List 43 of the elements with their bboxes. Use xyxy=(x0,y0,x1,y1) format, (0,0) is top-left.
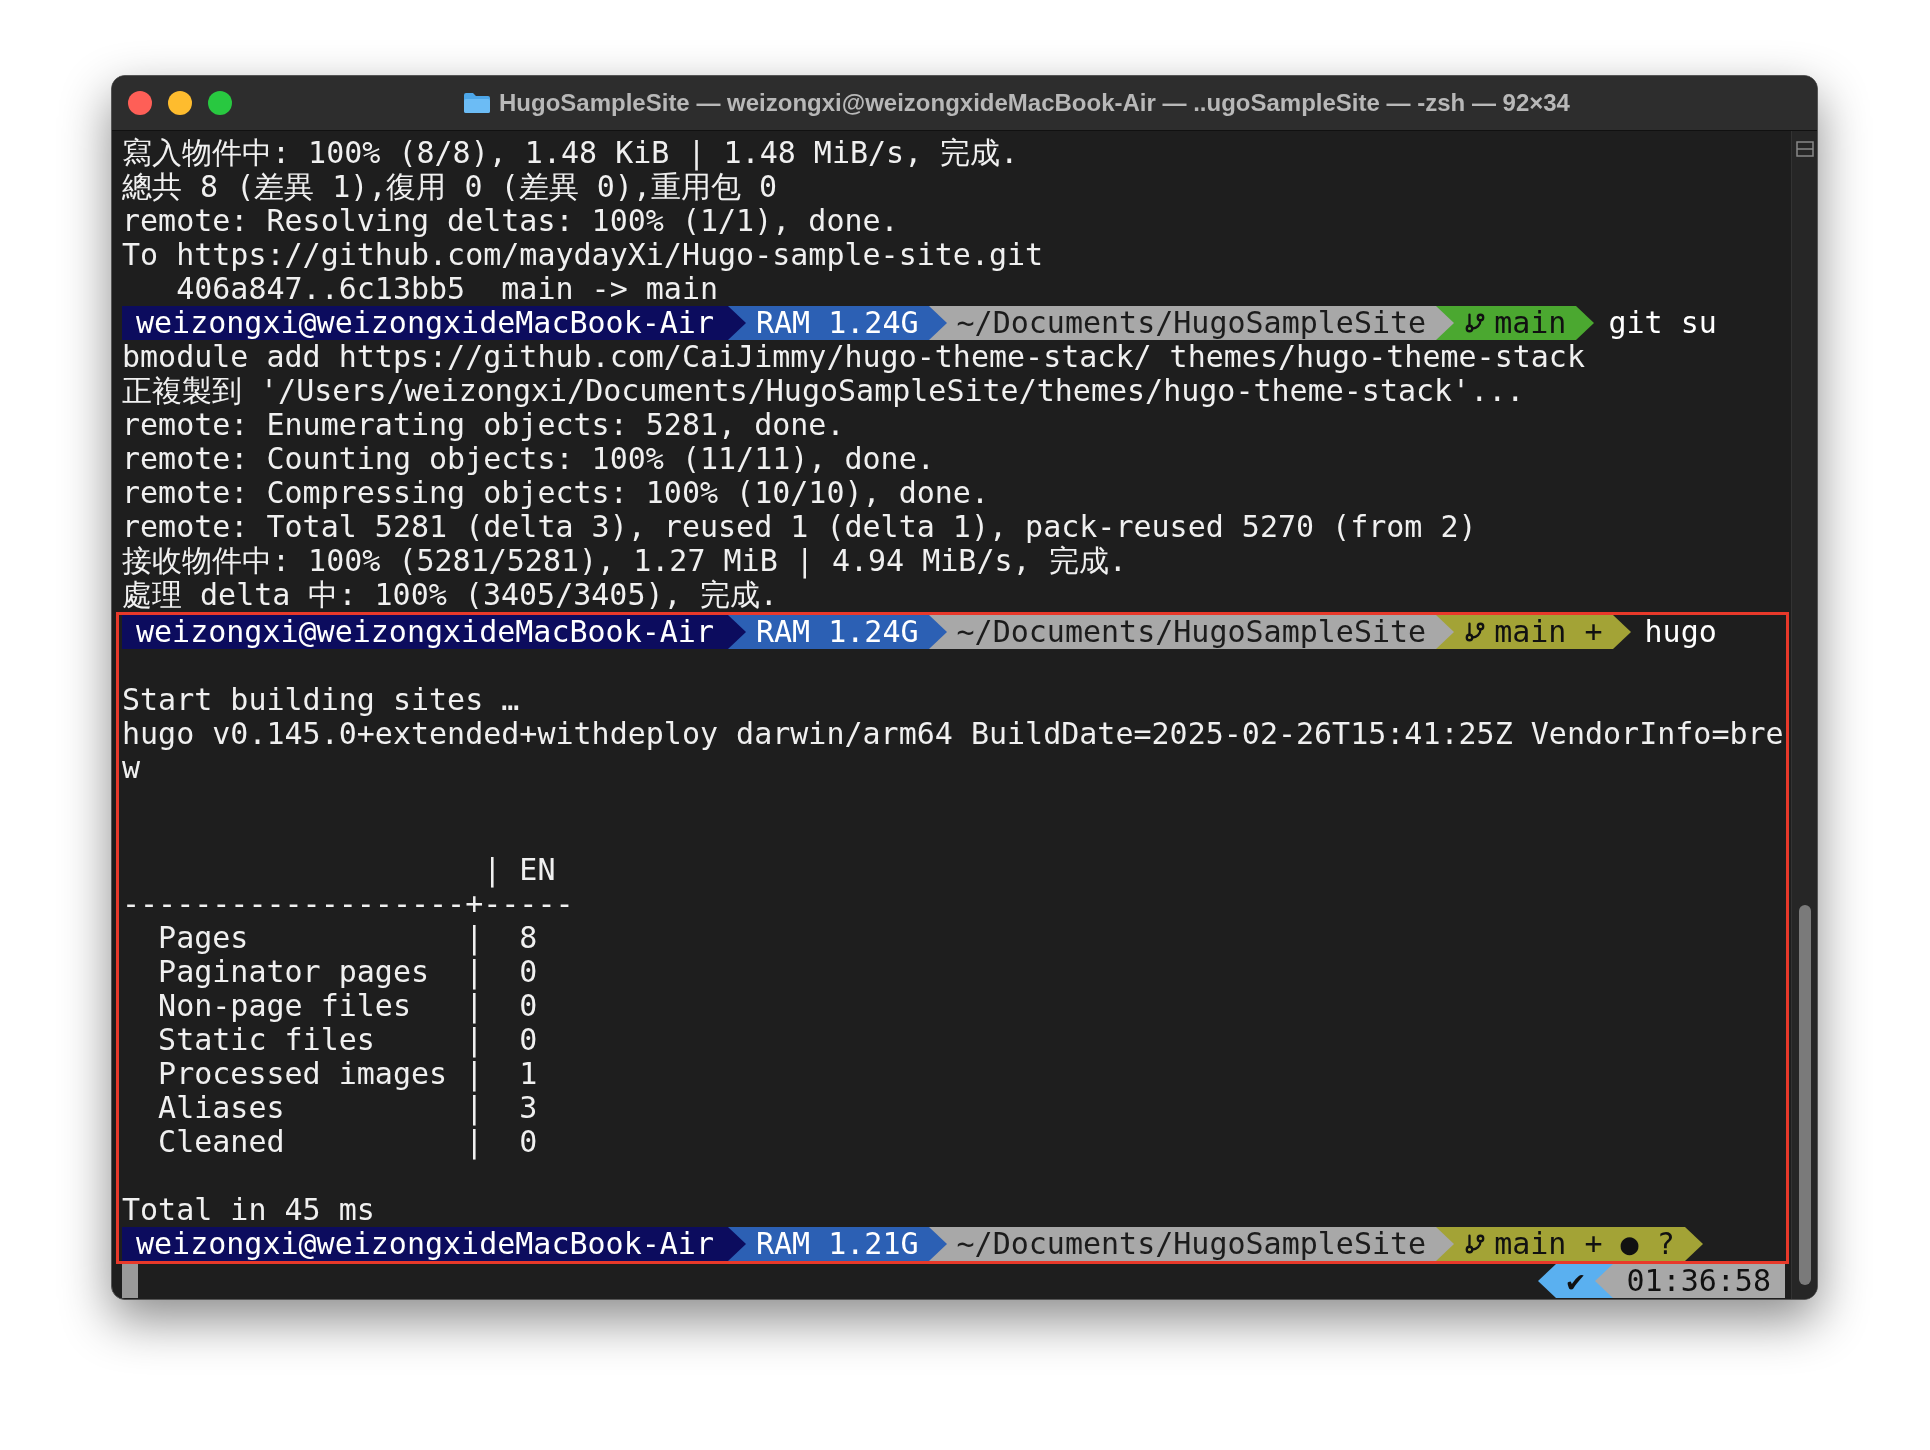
output-line: Processed images | 1 xyxy=(157,1057,539,1091)
output-line: Aliases | 3 xyxy=(157,1091,539,1125)
window-title: HugoSampleSite — weizongxi@weizongxideMacBook-Air — ..ugoSampleSite — -zsh — 92×34 xyxy=(499,88,1570,118)
output-line: 406a847..6c13bb5 main -> main xyxy=(175,272,720,306)
output-line: To https://github.com/maydayXi/Hugo-sample-site.git xyxy=(122,238,1045,272)
cursor xyxy=(122,1264,138,1298)
powerline-arrow-icon xyxy=(1538,1264,1557,1298)
minimize-button[interactable] xyxy=(168,91,192,115)
output-line: Total in 45 ms xyxy=(122,1193,376,1227)
branch-icon xyxy=(1464,621,1487,643)
output-line: 寫入物件中: 100% (8/8), 1.48 KiB | 1.48 MiB/s, 完成. xyxy=(122,136,1020,170)
scrollbar-thumb[interactable] xyxy=(1798,905,1811,1285)
output-line: remote: Counting objects: 100% (11/11), done. xyxy=(122,442,936,476)
branch-icon xyxy=(1464,312,1487,334)
output-line: 處理 delta 中: 100% (3405/3405), 完成. xyxy=(122,578,779,612)
output-line: -------------------+----- xyxy=(122,887,575,921)
output-line: 接收物件中: 100% (5281/5281), 1.27 MiB | 4.94 MiB/s, 完成. xyxy=(122,544,1128,578)
folder-icon xyxy=(463,92,491,114)
branch-icon xyxy=(1464,1233,1487,1255)
command-text: git su xyxy=(1607,306,1717,340)
output-line: remote: Enumerating objects: 5281, done. xyxy=(122,408,846,442)
output-line: 正複製到 '/Users/weizongxi/Documents/HugoSampleSite/themes/hugo-theme-stack'... xyxy=(122,374,1526,408)
output-line: Paginator pages | 0 xyxy=(157,955,539,989)
git-status: main + xyxy=(1494,615,1603,649)
git-status: main xyxy=(1494,306,1567,340)
close-button[interactable] xyxy=(128,91,152,115)
zoom-button[interactable] xyxy=(208,91,232,115)
output-line: 總共 8 (差異 1),復用 0 (差異 0),重用包 0 xyxy=(122,170,779,204)
output-line: Pages | 8 xyxy=(157,921,539,955)
output-line: | EN xyxy=(482,853,557,887)
output-line: Start building sites … xyxy=(122,683,521,717)
split-pane-icon[interactable] xyxy=(1795,141,1814,157)
output-line: hugo v0.145.0+extended+withdeploy darwin/arm64 BuildDate=2025-02-26T15:41:25Z VendorInfo=bre xyxy=(122,717,1785,751)
output-line: w xyxy=(122,751,142,785)
output-line: Static files | 0 xyxy=(157,1023,539,1057)
command-text: hugo xyxy=(1643,615,1717,649)
output-line: Non-page files | 0 xyxy=(157,989,539,1023)
git-status: main + ● ? xyxy=(1494,1227,1675,1261)
output-line: Cleaned | 0 xyxy=(157,1125,539,1159)
output-line: bmodule add https://github.com/CaiJimmy/hugo-theme-stack/ themes/hugo-theme-stack xyxy=(122,340,1586,374)
output-line: remote: Total 5281 (delta 3), reused 1 (delta 1), pack-reused 5270 (from 2) xyxy=(122,510,1478,544)
output-line: remote: Resolving deltas: 100% (1/1), done. xyxy=(122,204,900,238)
output-line: remote: Compressing objects: 100% (10/10), done. xyxy=(122,476,990,510)
